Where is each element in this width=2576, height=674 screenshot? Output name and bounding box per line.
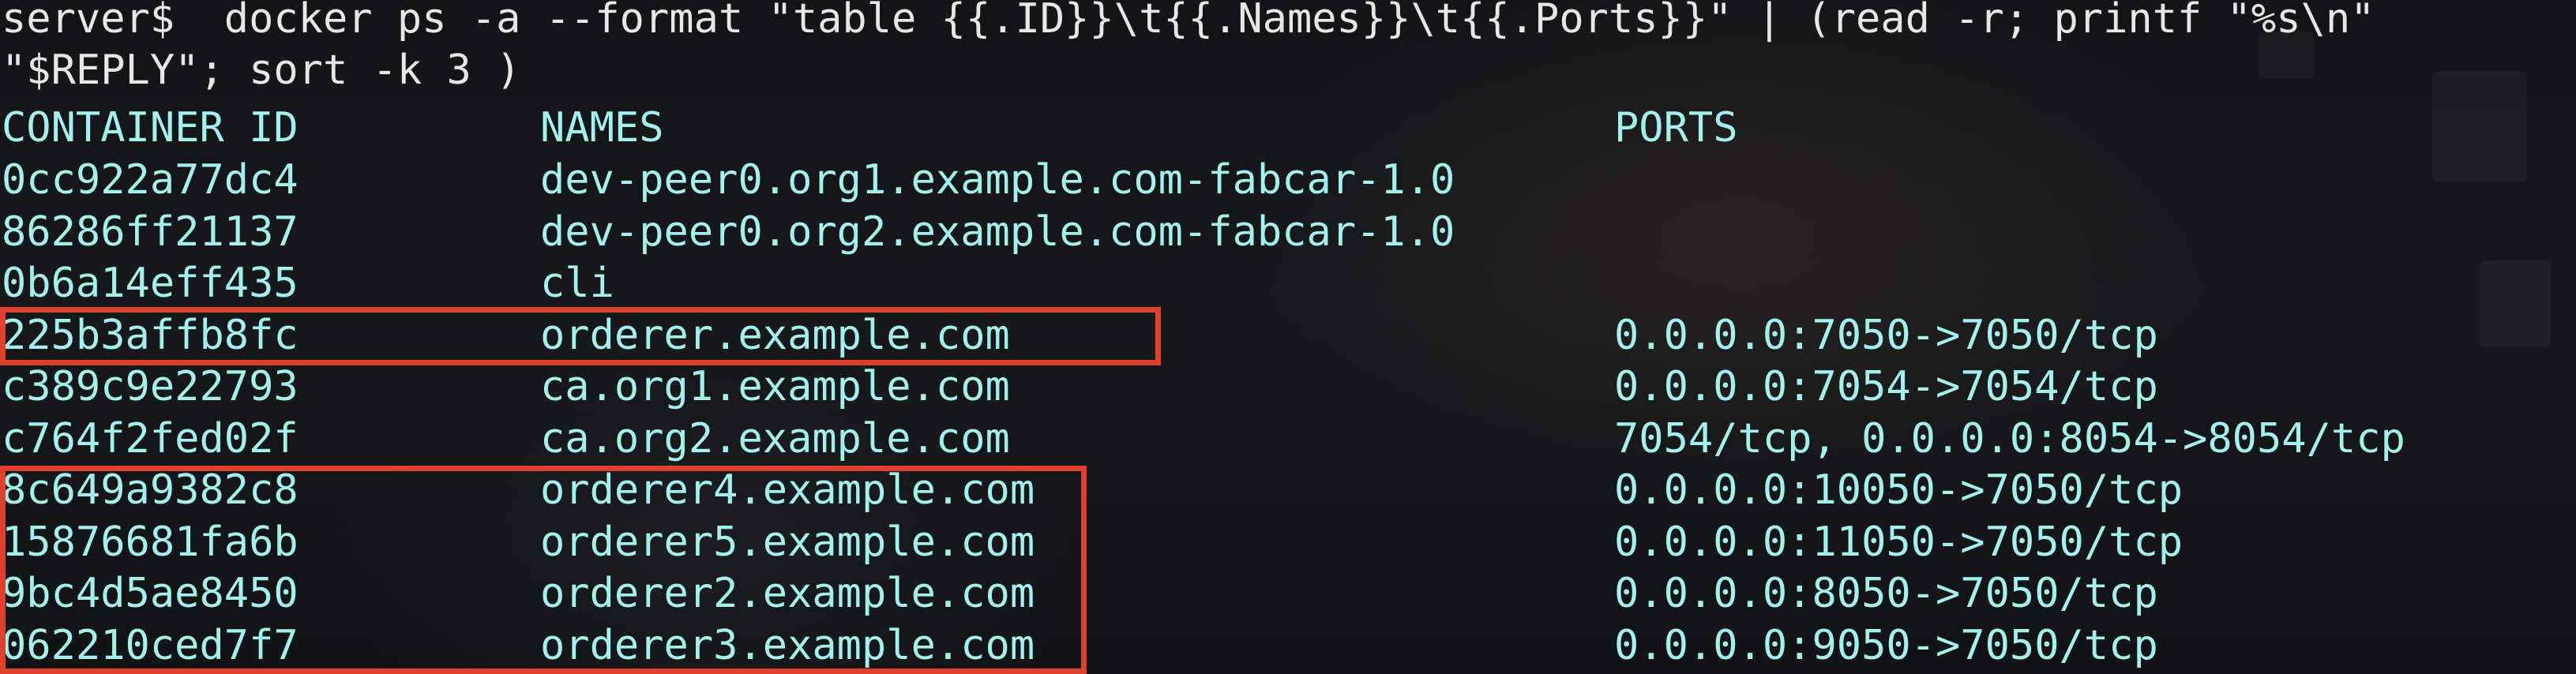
container-id: c764f2fed02f [2,414,299,462]
background-shape [2480,260,2551,347]
header-container-id: CONTAINER ID [2,104,299,152]
background-shape [2432,71,2527,182]
container-ports: 0.0.0.0:10050->7050/tcp [1614,466,2184,514]
command-line-2: "$REPLY"; sort -k 3 ) [2,47,521,94]
container-ports: 0.0.0.0:7050->7050/tcp [1614,311,2158,359]
highlight-box-orderers [0,466,1087,674]
container-name: cli [540,260,614,307]
header-names: NAMES [540,104,664,152]
highlight-box-orderer [0,307,1161,365]
container-id: c389c9e22793 [2,363,299,410]
container-ports: 0.0.0.0:9050->7050/tcp [1614,621,2158,669]
container-name: ca.org2.example.com [540,414,1010,462]
terminal-window[interactable]: server$ docker ps -a --format "table {{.… [0,0,2576,674]
container-ports: 0.0.0.0:8050->7050/tcp [1614,570,2158,617]
container-name: dev-peer0.org1.example.com-fabcar-1.0 [540,156,1455,204]
container-id: 0cc922a77dc4 [2,156,299,204]
container-id: 86286ff21137 [2,208,299,256]
container-name: ca.org1.example.com [540,363,1010,410]
container-name: dev-peer0.org2.example.com-fabcar-1.0 [540,208,1455,256]
table-header: CONTAINER ID NAMES PORTS [0,103,1738,154]
container-id: 0b6a14eff435 [2,260,299,307]
container-ports: 0.0.0.0:11050->7050/tcp [1614,518,2184,566]
container-ports: 7054/tcp, 0.0.0.0:8054->8054/tcp [1614,414,2405,462]
container-ports: 0.0.0.0:7054->7054/tcp [1614,363,2158,410]
command-line-1: server$ docker ps -a --format "table {{.… [2,0,2375,43]
header-ports: PORTS [1614,104,1738,152]
